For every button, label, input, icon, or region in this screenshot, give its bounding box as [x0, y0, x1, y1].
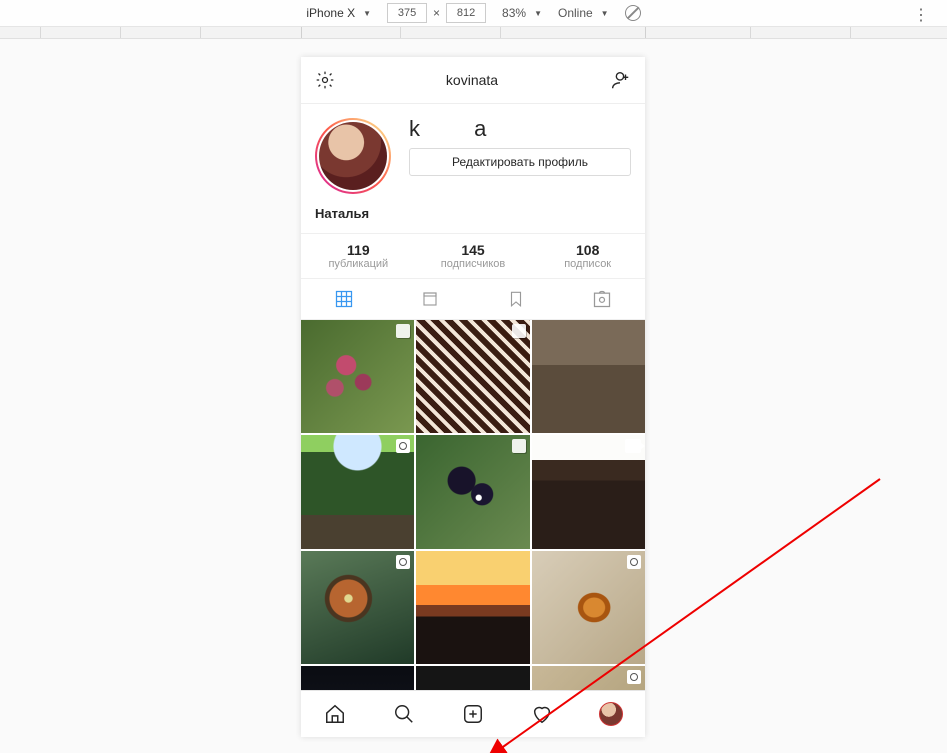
username-large: k a — [409, 116, 631, 142]
stat-followers[interactable]: 145 подписчиков — [416, 234, 531, 278]
tab-grid[interactable] — [301, 279, 387, 319]
add-user-icon — [609, 69, 631, 91]
stat-followers-label: подписчиков — [416, 258, 531, 270]
tab-feed[interactable] — [387, 279, 473, 319]
rotate-icon — [625, 5, 641, 21]
media-tile[interactable] — [416, 551, 529, 664]
media-tile[interactable] — [301, 435, 414, 548]
camera-icon — [627, 670, 641, 684]
settings-button[interactable] — [315, 70, 335, 90]
media-tile[interactable] — [416, 666, 529, 690]
edit-profile-button[interactable]: Редактировать профиль — [409, 148, 631, 176]
plus-square-icon — [462, 703, 484, 725]
display-name: Наталья — [301, 202, 645, 233]
nav-activity[interactable] — [530, 702, 554, 726]
profile-info: k a Редактировать профиль — [301, 104, 645, 202]
throttle-selector[interactable]: Online▼ — [558, 6, 609, 20]
devtools-toolbar: iPhone X▼ × 83%▼ Online▼ ⋮ — [0, 0, 947, 27]
bottom-nav — [301, 690, 645, 737]
media-tile[interactable] — [301, 551, 414, 664]
camera-icon — [627, 555, 641, 569]
device-name: iPhone X — [306, 6, 355, 20]
carousel-icon — [512, 439, 526, 453]
profile-header: kovinata — [301, 57, 645, 104]
discover-people-button[interactable] — [609, 69, 631, 91]
tab-saved[interactable] — [473, 279, 559, 319]
media-tile[interactable] — [532, 435, 645, 548]
nav-home[interactable] — [323, 702, 347, 726]
tagged-icon — [592, 289, 612, 309]
nav-profile[interactable] — [599, 702, 623, 726]
stat-followers-count: 145 — [416, 242, 531, 258]
media-tile[interactable] — [532, 320, 645, 433]
stat-following-count: 108 — [530, 242, 645, 258]
media-tile[interactable] — [416, 320, 529, 433]
profile-stats: 119 публикаций 145 подписчиков 108 подпи… — [301, 233, 645, 279]
nav-search[interactable] — [392, 702, 416, 726]
nav-new-post[interactable] — [461, 702, 485, 726]
story-ring[interactable] — [315, 118, 391, 194]
carousel-icon — [396, 324, 410, 338]
devtools-more-button[interactable]: ⋮ — [913, 5, 929, 25]
device-frame: kovinata k a Редактировать профиль Натал… — [301, 57, 645, 737]
carousel-icon — [512, 324, 526, 338]
device-selector[interactable]: iPhone X▼ — [306, 6, 371, 20]
viewport-width-input[interactable] — [387, 3, 427, 23]
stat-following[interactable]: 108 подписок — [530, 234, 645, 278]
media-tile[interactable] — [416, 435, 529, 548]
rotate-button[interactable] — [625, 5, 641, 21]
stat-posts-label: публикаций — [301, 258, 416, 270]
avatar-small — [599, 702, 623, 726]
feed-view-tabs — [301, 279, 645, 320]
home-icon — [324, 703, 346, 725]
video-icon — [625, 439, 641, 453]
stat-posts-count: 119 — [301, 242, 416, 258]
gear-icon — [315, 70, 335, 90]
avatar — [319, 122, 387, 190]
zoom-value: 83% — [502, 6, 526, 20]
grid-icon — [334, 289, 354, 309]
dimension-separator: × — [433, 6, 440, 20]
media-tile[interactable] — [532, 666, 645, 690]
stat-following-label: подписок — [530, 258, 645, 270]
heart-icon — [531, 703, 553, 725]
media-grid — [301, 320, 645, 690]
tab-tagged[interactable] — [559, 279, 645, 319]
viewport-height-input[interactable] — [446, 3, 486, 23]
media-tile[interactable] — [532, 551, 645, 664]
zoom-selector[interactable]: 83%▼ — [502, 6, 542, 20]
stat-posts[interactable]: 119 публикаций — [301, 234, 416, 278]
camera-icon — [396, 555, 410, 569]
camera-icon — [396, 439, 410, 453]
media-tile[interactable] — [301, 320, 414, 433]
media-tile[interactable] — [301, 666, 414, 690]
devtools-ruler — [0, 27, 947, 39]
header-username: kovinata — [446, 72, 498, 88]
bookmark-icon — [507, 289, 525, 309]
search-icon — [393, 703, 415, 725]
feed-icon — [421, 290, 439, 308]
throttle-value: Online — [558, 6, 593, 20]
